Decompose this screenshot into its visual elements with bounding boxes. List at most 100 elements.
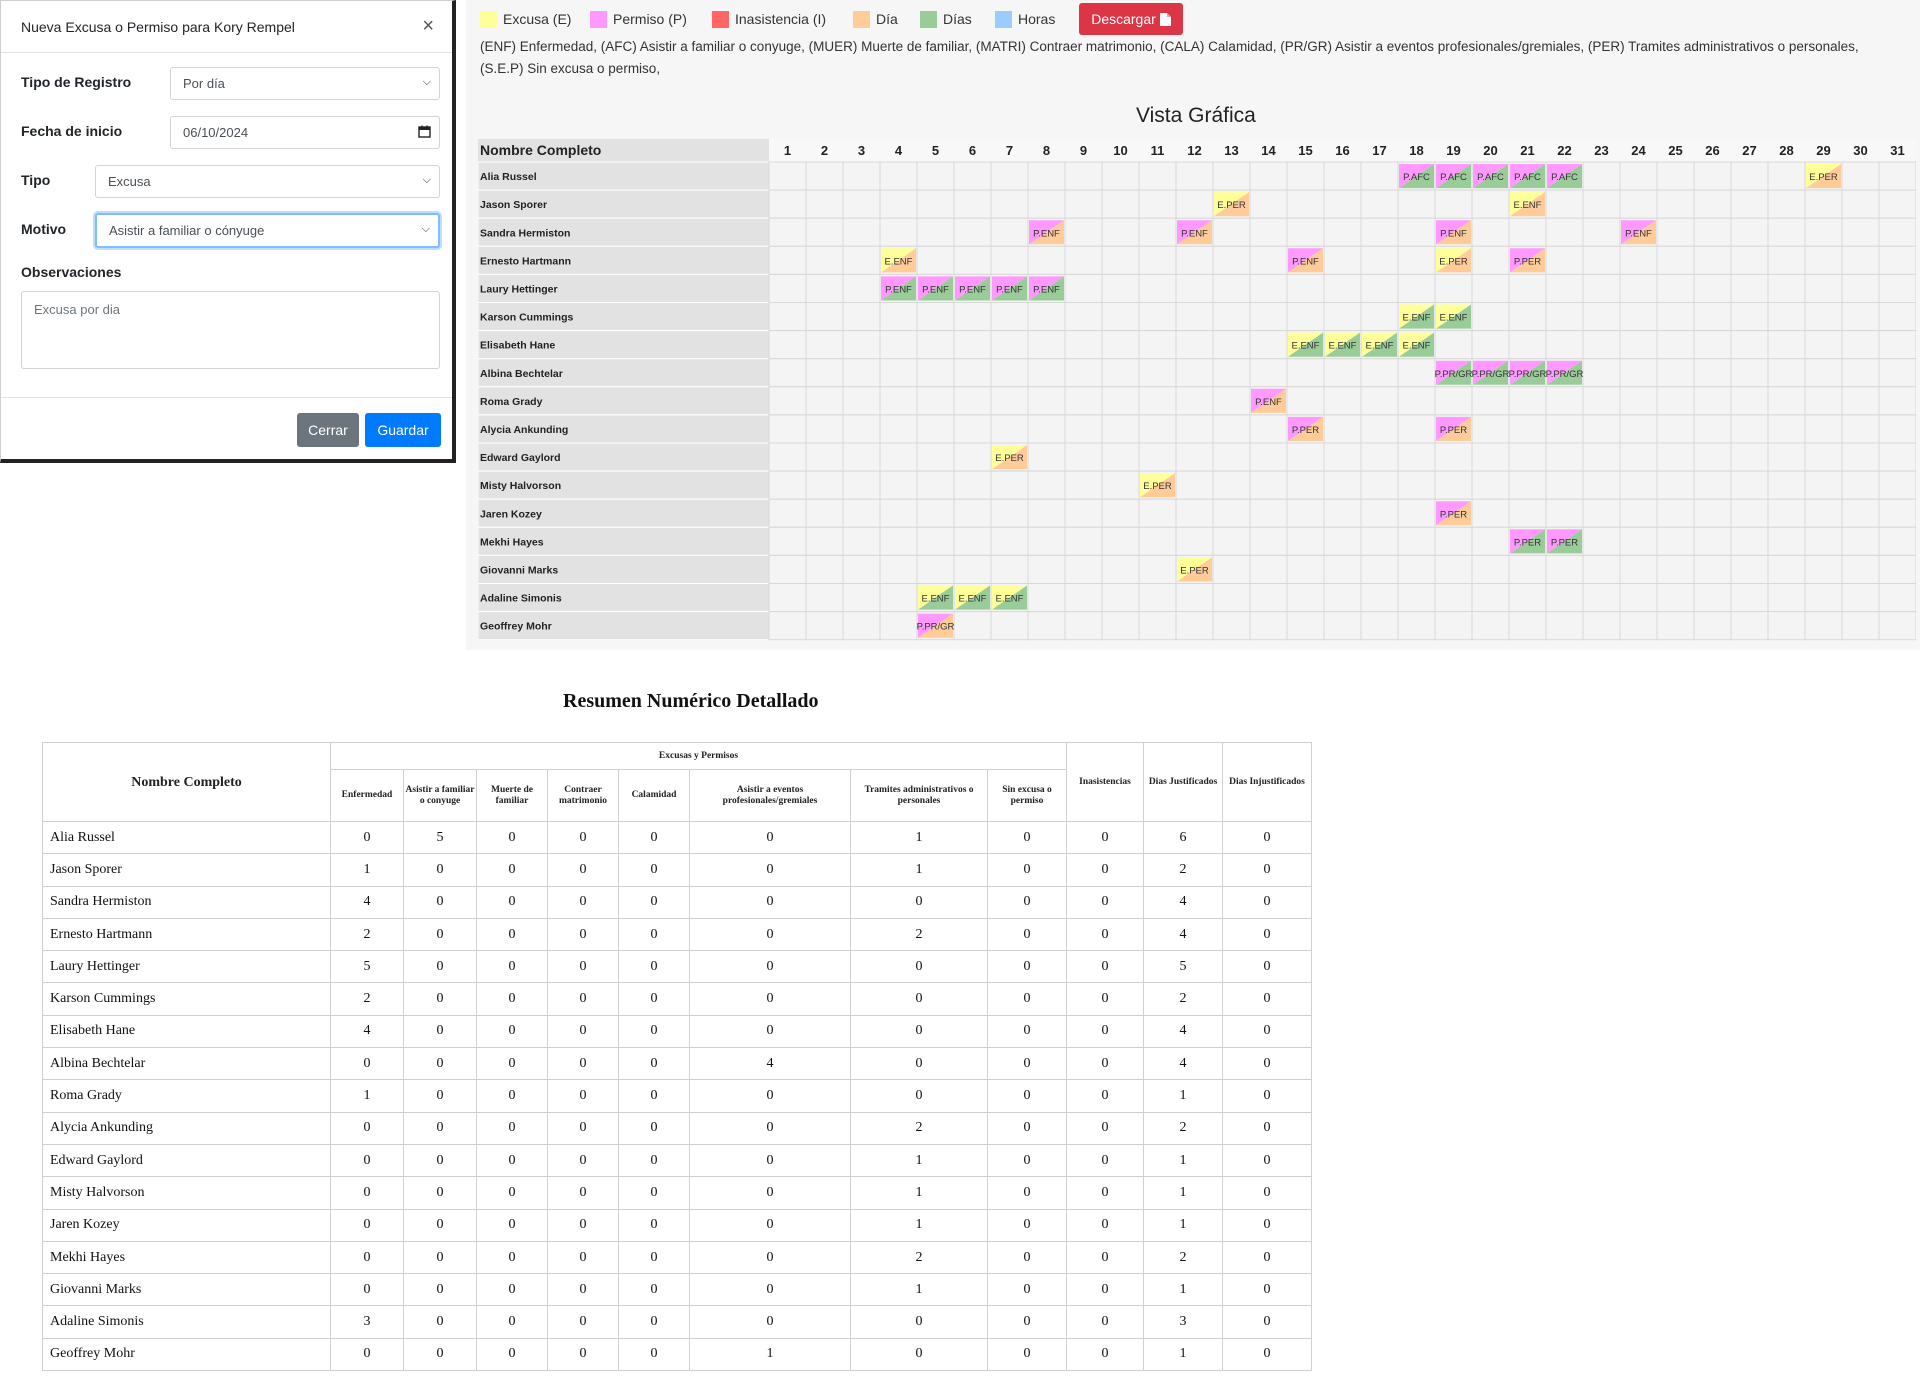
day-cell[interactable] (768, 442, 807, 472)
day-cell[interactable] (1323, 302, 1362, 332)
day-cell[interactable] (842, 386, 881, 416)
day-cell[interactable] (1767, 414, 1806, 444)
day-cell[interactable] (1545, 554, 1584, 584)
day-cell[interactable] (1323, 161, 1362, 191)
day-cell[interactable] (1027, 330, 1066, 360)
day-cell[interactable] (805, 189, 844, 219)
day-cell[interactable] (916, 302, 955, 332)
day-cell[interactable] (1582, 386, 1621, 416)
day-cell[interactable] (990, 386, 1029, 416)
day-cell[interactable] (1767, 498, 1806, 528)
event-marker[interactable]: P.AFC (1436, 164, 1471, 189)
day-cell[interactable] (1249, 554, 1288, 584)
event-marker[interactable]: E.PER (1140, 473, 1175, 498)
day-cell[interactable] (1693, 161, 1732, 191)
day-cell[interactable] (768, 470, 807, 500)
day-cell[interactable] (1212, 273, 1251, 303)
day-cell[interactable] (1249, 273, 1288, 303)
event-marker[interactable]: P.PR/GR (1509, 360, 1547, 385)
event-marker[interactable]: P.AFC (1547, 164, 1582, 189)
day-cell[interactable] (1101, 414, 1140, 444)
day-cell[interactable] (1064, 611, 1103, 641)
day-cell[interactable] (1286, 161, 1325, 191)
event-marker[interactable]: P.PER (1436, 416, 1471, 441)
day-cell[interactable] (768, 386, 807, 416)
day-cell[interactable] (768, 498, 807, 528)
day-cell[interactable] (1175, 442, 1214, 472)
day-cell[interactable] (1730, 414, 1769, 444)
day-cell[interactable] (1693, 302, 1732, 332)
day-cell[interactable] (1878, 583, 1916, 613)
day-cell[interactable] (1027, 161, 1066, 191)
day-cell[interactable] (1693, 470, 1732, 500)
day-cell[interactable] (1249, 526, 1288, 556)
day-cell[interactable] (1138, 161, 1177, 191)
day-cell[interactable] (1841, 358, 1880, 388)
day-cell[interactable] (990, 161, 1029, 191)
event-marker[interactable]: E.ENF (1325, 332, 1360, 357)
day-cell[interactable] (1693, 330, 1732, 360)
day-cell[interactable] (1804, 302, 1843, 332)
day-cell[interactable] (768, 189, 807, 219)
day-cell[interactable] (805, 245, 844, 275)
day-cell[interactable] (1471, 554, 1510, 584)
day-cell[interactable] (879, 583, 918, 613)
day-cell[interactable] (1323, 554, 1362, 584)
day-cell[interactable] (1656, 526, 1695, 556)
day-cell[interactable] (1693, 358, 1732, 388)
day-cell[interactable] (1582, 302, 1621, 332)
day-cell[interactable] (1471, 245, 1510, 275)
day-cell[interactable] (953, 161, 992, 191)
day-cell[interactable] (1064, 189, 1103, 219)
day-cell[interactable] (1656, 189, 1695, 219)
day-cell[interactable] (1471, 442, 1510, 472)
day-cell[interactable] (1656, 414, 1695, 444)
day-cell[interactable] (1027, 302, 1066, 332)
day-cell[interactable] (1249, 189, 1288, 219)
day-cell[interactable] (1878, 611, 1916, 641)
day-cell[interactable] (1693, 189, 1732, 219)
day-cell[interactable] (1730, 330, 1769, 360)
day-cell[interactable] (1397, 498, 1436, 528)
day-cell[interactable] (1101, 358, 1140, 388)
day-cell[interactable] (1545, 302, 1584, 332)
day-cell[interactable] (1434, 611, 1473, 641)
day-cell[interactable] (953, 358, 992, 388)
day-cell[interactable] (1545, 245, 1584, 275)
day-cell[interactable] (768, 358, 807, 388)
day-cell[interactable] (990, 611, 1029, 641)
day-cell[interactable] (1656, 330, 1695, 360)
day-cell[interactable] (1619, 161, 1658, 191)
day-cell[interactable] (1767, 161, 1806, 191)
day-cell[interactable] (916, 470, 955, 500)
day-cell[interactable] (1175, 358, 1214, 388)
day-cell[interactable] (1175, 611, 1214, 641)
day-cell[interactable] (1471, 611, 1510, 641)
calendar-icon[interactable] (418, 125, 431, 141)
day-cell[interactable] (1582, 583, 1621, 613)
day-cell[interactable] (1249, 583, 1288, 613)
day-cell[interactable] (1730, 358, 1769, 388)
day-cell[interactable] (1582, 526, 1621, 556)
day-cell[interactable] (1286, 358, 1325, 388)
day-cell[interactable] (1212, 386, 1251, 416)
day-cell[interactable] (1508, 554, 1547, 584)
day-cell[interactable] (990, 330, 1029, 360)
day-cell[interactable] (1360, 273, 1399, 303)
day-cell[interactable] (1619, 498, 1658, 528)
day-cell[interactable] (1175, 386, 1214, 416)
day-cell[interactable] (1841, 498, 1880, 528)
event-marker[interactable]: E.ENF (992, 585, 1027, 610)
event-marker[interactable]: P.AFC (1510, 164, 1545, 189)
day-cell[interactable] (805, 526, 844, 556)
day-cell[interactable] (916, 245, 955, 275)
day-cell[interactable] (1508, 470, 1547, 500)
day-cell[interactable] (1619, 330, 1658, 360)
day-cell[interactable] (990, 554, 1029, 584)
day-cell[interactable] (1397, 217, 1436, 247)
day-cell[interactable] (1360, 526, 1399, 556)
day-cell[interactable] (1656, 386, 1695, 416)
day-cell[interactable] (768, 161, 807, 191)
day-cell[interactable] (1841, 414, 1880, 444)
day-cell[interactable] (805, 554, 844, 584)
